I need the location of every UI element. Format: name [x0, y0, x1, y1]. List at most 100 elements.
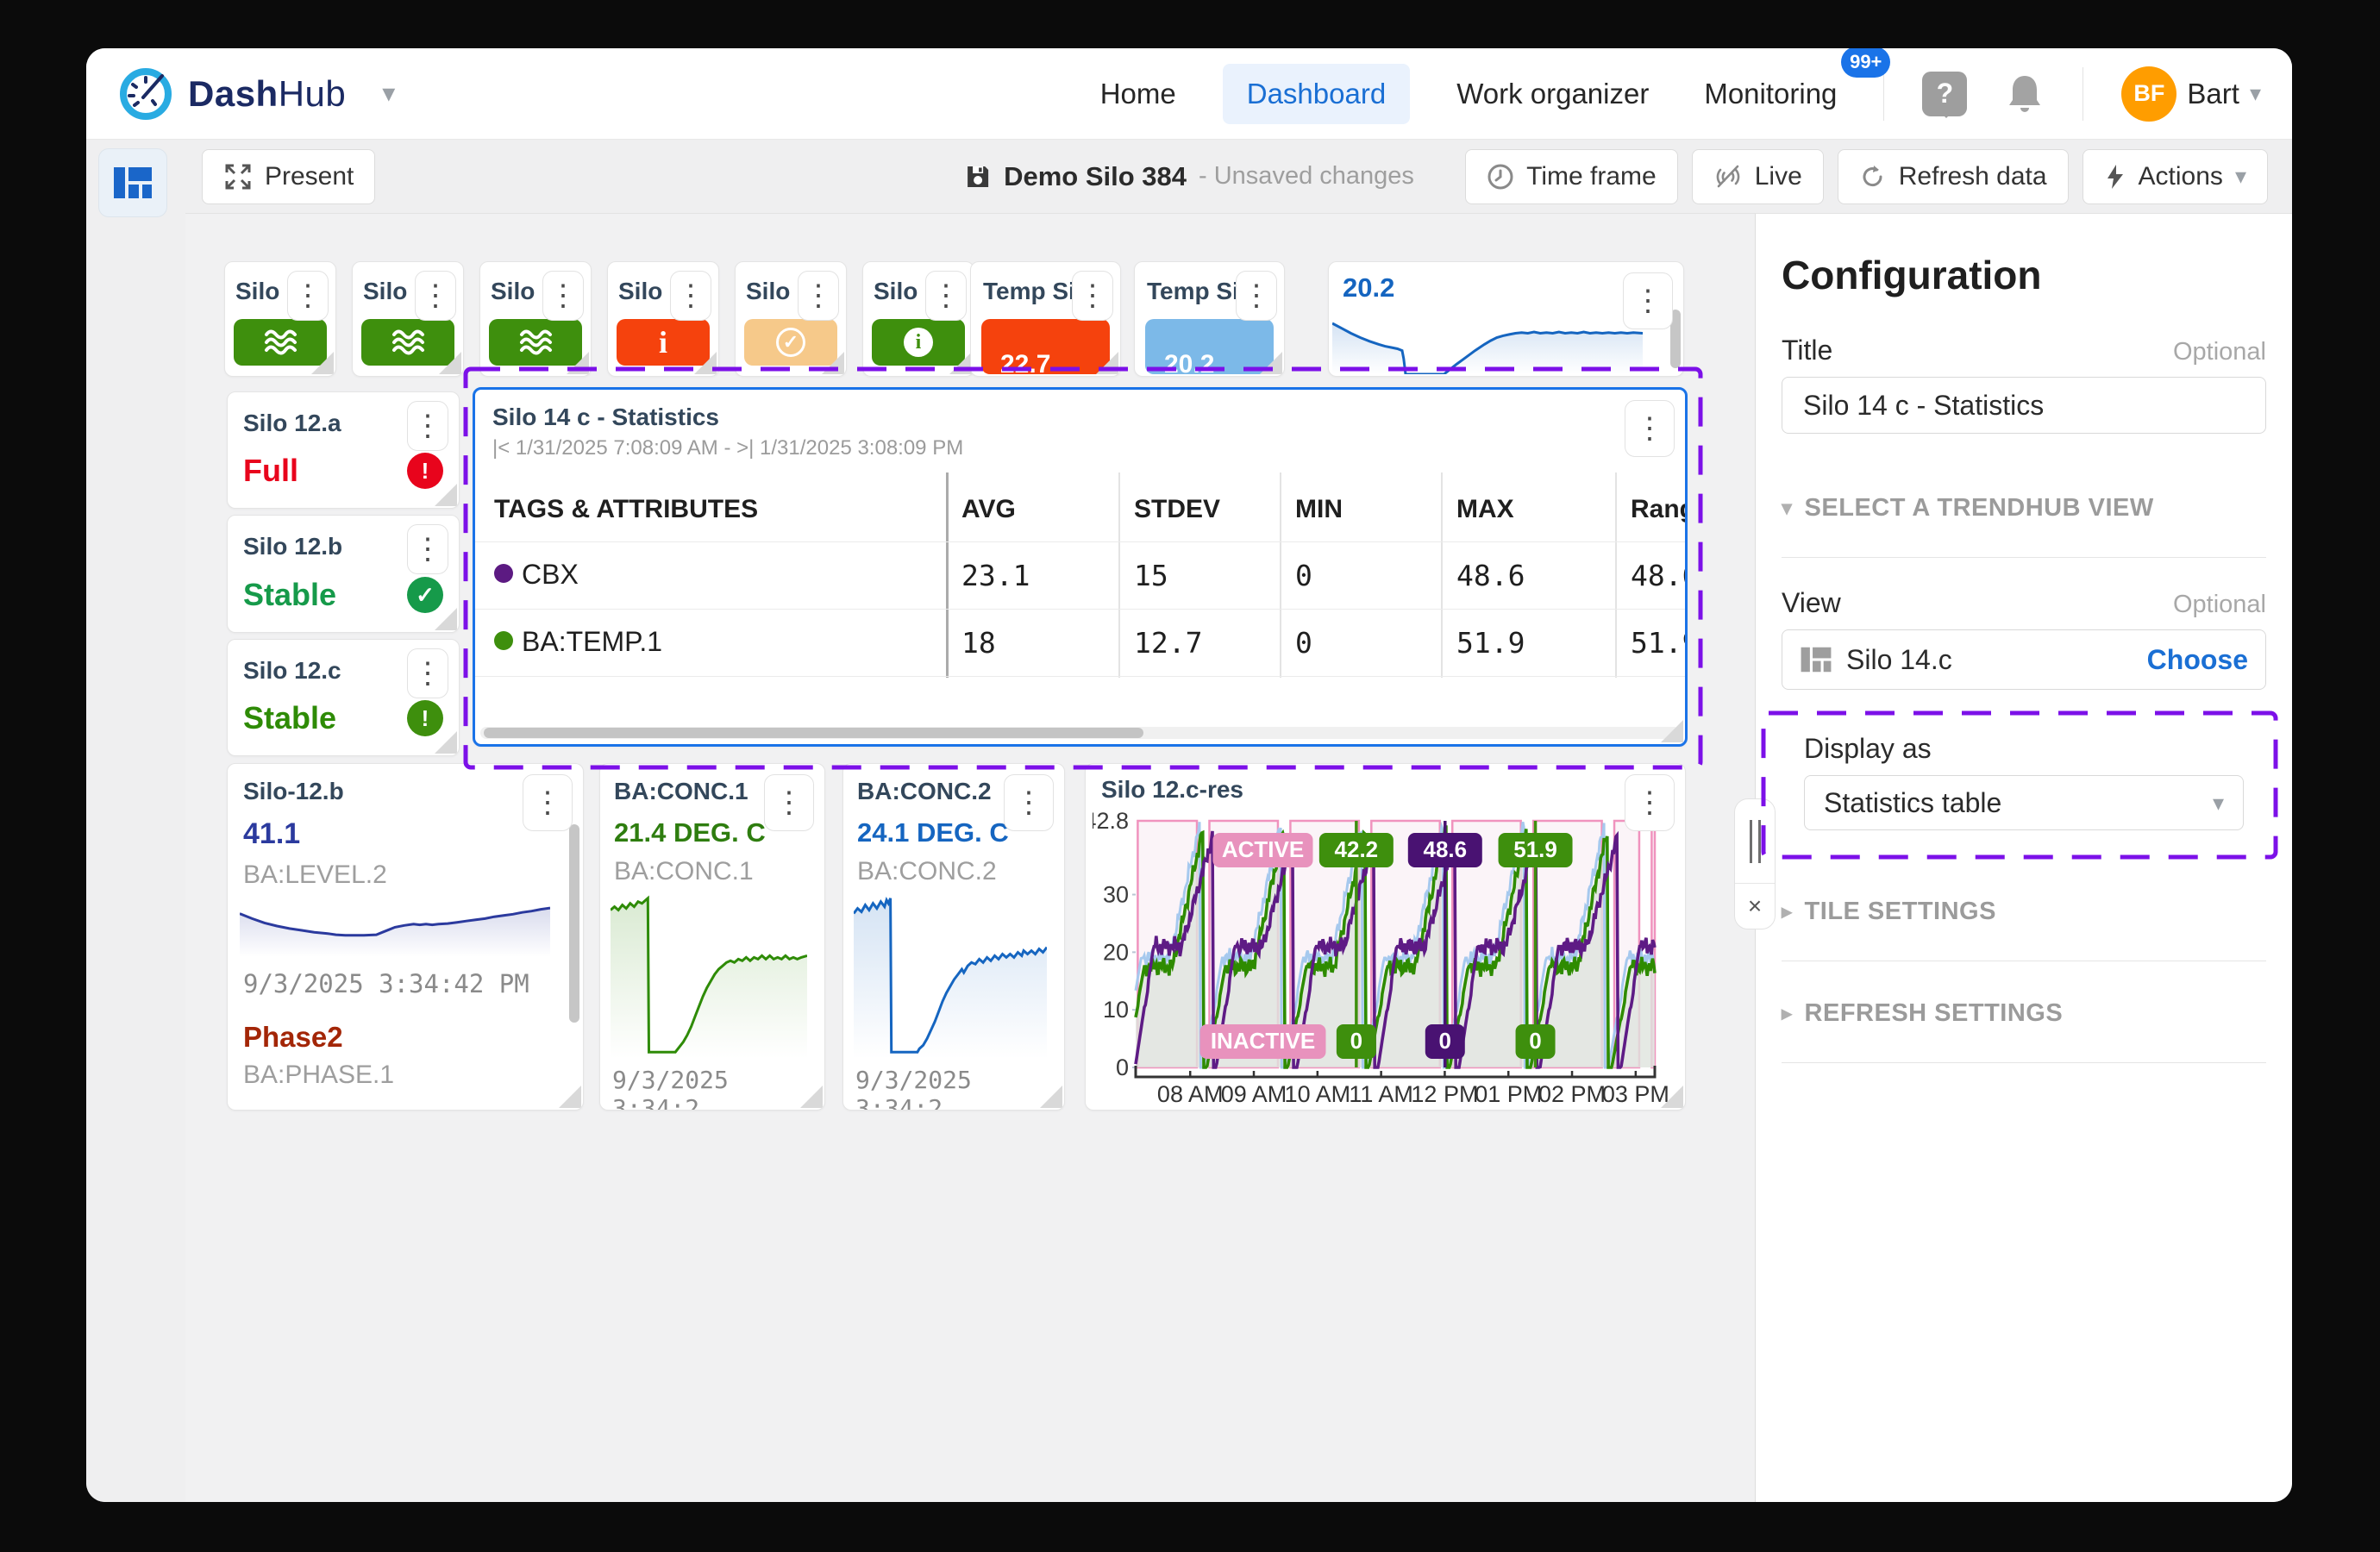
cycles-line-chart: 42.8010203008 AM09 AM10 AM11 AM12 PM01 P…: [1093, 807, 1679, 1107]
tile-silo-small-2[interactable]: Silo 1 ⋮: [352, 261, 464, 377]
tile-ba-conc-1[interactable]: BA:CONC.1 ⋮ 21.4 DEG. C BA:CONC.1 9/3/20…: [599, 763, 825, 1111]
kebab-menu-icon[interactable]: ⋮: [925, 271, 967, 321]
display-as-label: Display as: [1804, 733, 2244, 765]
horizontal-scrollbar[interactable]: [480, 727, 1680, 739]
tile-silo-12c-res[interactable]: Silo 12.c-res ⋮ 42.8010203008 AM09 AM10 …: [1085, 763, 1686, 1111]
series-dot: [494, 564, 513, 583]
panel-close-button[interactable]: ×: [1735, 884, 1775, 929]
resize-handle[interactable]: [949, 352, 972, 374]
tile-silo-small-6[interactable]: Silo 1 ⋮ i: [862, 261, 974, 377]
svg-text:20: 20: [1103, 939, 1129, 965]
panel-title: Configuration: [1782, 252, 2266, 298]
kebab-menu-icon[interactable]: ⋮: [670, 271, 711, 321]
optional-label: Optional: [2173, 338, 2266, 366]
tile-silo-14c-statistics[interactable]: Silo 14 c - Statistics |< 1/31/2025 7:08…: [473, 387, 1688, 747]
cell-range: 48.6: [1631, 559, 1688, 592]
svg-text:10 AM: 10 AM: [1285, 1081, 1351, 1107]
live-label: Live: [1755, 162, 1802, 191]
refresh-settings-section-toggle[interactable]: ▸ REFRESH SETTINGS: [1782, 999, 2266, 1028]
live-button[interactable]: Live: [1692, 149, 1824, 204]
resize-handle[interactable]: [311, 352, 334, 374]
nav-item-monitoring[interactable]: Monitoring 99+: [1695, 64, 1845, 124]
kebab-menu-icon[interactable]: ⋮: [523, 774, 573, 831]
kebab-menu-icon[interactable]: ⋮: [1623, 272, 1673, 329]
scrollbar[interactable]: [569, 824, 579, 1023]
svg-text:02 PM: 02 PM: [1538, 1081, 1606, 1107]
kebab-menu-icon[interactable]: ⋮: [1072, 271, 1113, 321]
cell-stdev: 12.7: [1134, 626, 1202, 660]
tile-silo-12c-status[interactable]: Silo 12.c ⋮ Stable !: [227, 639, 460, 756]
resize-handle[interactable]: [559, 1086, 581, 1108]
nav-item-dashboard[interactable]: Dashboard: [1223, 64, 1410, 124]
resize-handle[interactable]: [567, 352, 589, 374]
resize-handle[interactable]: [1661, 1086, 1683, 1108]
tile-sparkline-20-2[interactable]: 20.2 ⋮: [1328, 261, 1684, 377]
present-button[interactable]: Present: [202, 149, 375, 204]
time-frame-button[interactable]: Time frame: [1465, 149, 1678, 204]
kebab-menu-icon[interactable]: ⋮: [1004, 774, 1054, 831]
resize-handle[interactable]: [435, 608, 457, 630]
trendhub-view-section-toggle[interactable]: ▾ SELECT A TRENDHUB VIEW: [1782, 494, 2266, 523]
help-icon[interactable]: ?: [1922, 72, 1967, 116]
display-as-value: Statistics table: [1824, 787, 2001, 819]
resize-handle[interactable]: [1040, 1086, 1062, 1108]
tile-ba-conc-2[interactable]: BA:CONC.2 ⋮ 24.1 DEG. C BA:CONC.2 9/3/20…: [842, 763, 1065, 1111]
display-as-dropdown[interactable]: Statistics table ▾: [1804, 775, 2244, 830]
divider: [1782, 1062, 2266, 1063]
tile-silo-small-5[interactable]: Silo 1 ⋮ ✓: [735, 261, 847, 377]
kebab-menu-icon[interactable]: ⋮: [1625, 774, 1675, 831]
kebab-menu-icon[interactable]: ⋮: [1236, 271, 1277, 321]
title-input[interactable]: Silo 14 c - Statistics: [1782, 377, 2266, 434]
view-selector[interactable]: Silo 14.c Choose: [1782, 629, 2266, 690]
tag-label: BA:CONC.2: [857, 857, 997, 886]
kebab-menu-icon[interactable]: ⋮: [415, 271, 456, 321]
dashboard-layout-button[interactable]: [98, 148, 167, 217]
kebab-menu-icon[interactable]: ⋮: [764, 774, 814, 831]
svg-text:03 PM: 03 PM: [1602, 1081, 1669, 1107]
splitter-drag-handle[interactable]: [1735, 799, 1775, 884]
resize-handle[interactable]: [1096, 352, 1118, 374]
tile-silo-small-4[interactable]: Silo 1 ⋮ i: [607, 261, 719, 377]
resize-handle[interactable]: [694, 352, 717, 374]
kebab-menu-icon[interactable]: ⋮: [287, 271, 329, 321]
tile-temp-silo-1[interactable]: Temp Silo 1 ⋮ 22.7: [970, 261, 1121, 377]
resize-handle[interactable]: [1260, 352, 1282, 374]
tile-silo-12b-status[interactable]: Silo 12.b ⋮ Stable ✓: [227, 515, 460, 633]
nav-item-work-organizer[interactable]: Work organizer: [1448, 64, 1657, 124]
time-frame-label: Time frame: [1526, 162, 1657, 191]
svg-text:12 PM: 12 PM: [1411, 1081, 1478, 1107]
choose-view-link[interactable]: Choose: [2147, 644, 2248, 676]
kebab-menu-icon[interactable]: ⋮: [1625, 400, 1675, 457]
tile-temp-silo-2[interactable]: Temp Silo 2 ⋮ 20.2: [1134, 261, 1285, 377]
kebab-menu-icon[interactable]: ⋮: [798, 271, 839, 321]
kebab-menu-icon[interactable]: ⋮: [407, 648, 448, 698]
resize-handle[interactable]: [435, 484, 457, 506]
brand-caret-icon[interactable]: ▾: [382, 78, 395, 109]
live-off-icon: [1713, 163, 1743, 191]
refresh-data-button[interactable]: Refresh data: [1838, 149, 2069, 204]
unsaved-changes-label: - Unsaved changes: [1199, 162, 1414, 191]
tile-silo-small-1[interactable]: Silo 1 ⋮: [224, 261, 336, 377]
resize-handle[interactable]: [800, 1086, 823, 1108]
brand-logo[interactable]: DashHub ▾: [117, 66, 395, 122]
tile-settings-section-toggle[interactable]: ▸ TILE SETTINGS: [1782, 898, 2266, 926]
nav-item-home[interactable]: Home: [1092, 64, 1185, 124]
temp-value-block: 22.7: [981, 319, 1110, 374]
avatar: BF: [2121, 66, 2176, 122]
brand-name: DashHub: [188, 73, 346, 115]
present-label: Present: [265, 162, 354, 191]
bell-icon[interactable]: [2005, 72, 2045, 116]
tile-silo-12b-detail[interactable]: Silo-12.b ⋮ 41.1 BA:LEVEL.2 9/3/2025 3:3…: [227, 763, 584, 1111]
kebab-menu-icon[interactable]: ⋮: [407, 524, 448, 574]
resize-handle[interactable]: [435, 731, 457, 754]
tile-silo-small-3[interactable]: Silo 1 ⋮: [479, 261, 592, 377]
refresh-data-label: Refresh data: [1899, 162, 2047, 191]
kebab-menu-icon[interactable]: ⋮: [407, 401, 448, 451]
resize-handle[interactable]: [1661, 720, 1683, 742]
tile-silo-12a[interactable]: Silo 12.a ⋮ Full !: [227, 391, 460, 509]
user-menu[interactable]: BF Bart ▾: [2121, 66, 2261, 122]
actions-button[interactable]: Actions ▾: [2082, 149, 2268, 204]
kebab-menu-icon[interactable]: ⋮: [542, 271, 584, 321]
resize-handle[interactable]: [822, 352, 844, 374]
resize-handle[interactable]: [439, 352, 461, 374]
